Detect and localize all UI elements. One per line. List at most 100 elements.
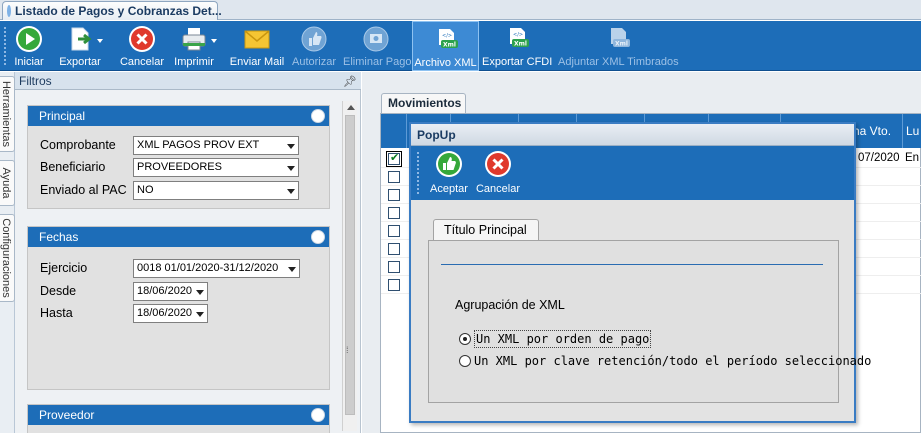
popup-dialog: PopUp Aceptar Cancelar Título Principal … xyxy=(409,122,871,423)
principal-group: Principal Comprobante XML PAGOS PROV EXT… xyxy=(27,105,330,209)
hasta-date-input[interactable]: 18/06/2020 xyxy=(133,304,208,323)
filters-header: Filtros 📌︎ xyxy=(15,72,361,90)
row-fecha-vto: 07/2020 xyxy=(858,152,900,164)
iniciar-button[interactable]: Iniciar xyxy=(9,21,49,71)
side-tab-strip: Herramientas Ayuda Configuraciones xyxy=(0,72,15,433)
cancelar-label: Cancelar xyxy=(119,56,165,68)
proveedor-group: Proveedor xyxy=(27,404,330,433)
collapse-icon[interactable] xyxy=(311,109,325,123)
chevron-down-icon xyxy=(287,189,295,194)
xml-attach-icon: Xml xyxy=(611,28,630,48)
ejercicio-label: Ejercicio xyxy=(40,261,88,275)
beneficiario-select[interactable]: PROVEEDORES xyxy=(133,158,299,177)
exportar-button[interactable]: Exportar xyxy=(56,21,104,71)
exportar-label: Exportar xyxy=(59,56,101,68)
archivo-xml-label: Archivo XML xyxy=(414,57,477,69)
radio-unselected-icon[interactable] xyxy=(459,355,471,367)
app-icon xyxy=(7,5,11,17)
exportar-cfdi-button[interactable]: </> Xml Exportar CFDI xyxy=(482,21,552,71)
side-tab-ayuda-label: Ayuda xyxy=(0,167,12,199)
popup-tab-body: Agrupación de XML Un XML por orden de pa… xyxy=(428,240,871,403)
side-tab-herramientas[interactable]: Herramientas xyxy=(0,76,15,152)
window-tab[interactable]: Listado de Pagos y Cobranzas Det... xyxy=(2,1,222,20)
eliminar-pago-button[interactable]: Eliminar Pago xyxy=(343,21,412,71)
grid-column-header[interactable] xyxy=(381,114,407,148)
popup-cancelar-button[interactable]: Cancelar xyxy=(475,146,521,200)
proveedor-group-header[interactable]: Proveedor xyxy=(28,405,329,425)
comprobante-label: Comprobante xyxy=(40,138,116,152)
adjuntar-xml-label: Adjuntar XML Timbrados xyxy=(558,56,679,68)
row-checkbox[interactable] xyxy=(388,171,400,183)
row-checkbox[interactable] xyxy=(388,243,400,255)
autorizar-label: Autorizar xyxy=(291,56,337,68)
popup-title[interactable]: PopUp xyxy=(411,124,854,146)
imprimir-button[interactable]: Imprimir xyxy=(170,21,218,71)
ejercicio-select[interactable]: 0018 01/01/2020-31/12/2020 xyxy=(133,259,300,278)
desde-date-input[interactable]: 18/06/2020 xyxy=(133,282,208,301)
principal-group-header[interactable]: Principal xyxy=(28,106,329,126)
side-tab-ayuda[interactable]: Ayuda xyxy=(0,160,15,206)
adjuntar-xml-button[interactable]: Xml Adjuntar XML Timbrados xyxy=(558,21,679,71)
chevron-down-icon xyxy=(288,267,296,272)
principal-group-title: Principal xyxy=(39,109,86,123)
row-checkbox[interactable] xyxy=(386,151,402,167)
enviado-pac-value: NO xyxy=(137,184,154,196)
delete-payment-icon xyxy=(363,26,389,52)
eliminar-pago-label: Eliminar Pago xyxy=(343,56,412,68)
tab-movimientos[interactable]: Movimientos xyxy=(381,93,466,113)
radio-selected-icon[interactable] xyxy=(459,333,471,345)
scrollbar-thumb[interactable] xyxy=(345,115,355,415)
grid-column-header-lugar[interactable]: Lu xyxy=(903,114,921,148)
enviar-mail-label: Enviar Mail xyxy=(229,56,285,68)
side-tab-configuraciones-label: Configuraciones xyxy=(0,218,12,298)
enviar-mail-button[interactable]: Enviar Mail xyxy=(228,21,286,71)
fechas-group-header[interactable]: Fechas xyxy=(28,227,329,247)
exportar-cfdi-label: Exportar CFDI xyxy=(482,56,553,68)
row-checkbox[interactable] xyxy=(388,225,400,237)
comprobante-select[interactable]: XML PAGOS PROV EXT xyxy=(133,136,299,155)
svg-text:Xml: Xml xyxy=(514,41,527,48)
mail-icon xyxy=(244,30,270,49)
desde-label: Desde xyxy=(40,284,77,298)
thumbs-up-icon xyxy=(436,151,462,177)
scroll-up-icon[interactable] xyxy=(347,105,355,110)
printer-icon xyxy=(182,28,206,51)
splitter-handle[interactable]: ⁞ xyxy=(346,345,349,355)
svg-text:Xml: Xml xyxy=(443,42,456,49)
autorizar-button[interactable]: Autorizar xyxy=(289,21,339,71)
pin-icon[interactable]: 📌︎ xyxy=(343,73,357,91)
row-checkbox[interactable] xyxy=(388,279,400,291)
imprimir-dropdown-arrow[interactable] xyxy=(211,39,217,43)
xml-file-icon: </> Xml xyxy=(438,29,458,49)
fechas-group: Fechas Ejercicio 0018 01/01/2020-31/12/2… xyxy=(27,226,330,390)
archivo-xml-button[interactable]: </> Xml Archivo XML xyxy=(412,21,479,71)
aceptar-button[interactable]: Aceptar xyxy=(428,146,470,200)
imprimir-label: Imprimir xyxy=(174,56,214,68)
toolbar-grip[interactable] xyxy=(417,152,419,194)
row-checkbox[interactable] xyxy=(388,207,400,219)
exportar-dropdown-arrow[interactable] xyxy=(97,39,103,43)
radio-option-label: Un XML por orden de pago xyxy=(474,330,652,348)
filters-title: Filtros xyxy=(19,74,52,88)
collapse-icon[interactable] xyxy=(311,408,325,422)
cancelar-button[interactable]: Cancelar xyxy=(118,21,166,71)
ribbon-toolbar: Iniciar Exportar Cancelar Imprimir Envia… xyxy=(0,21,921,71)
enviado-pac-select[interactable]: NO xyxy=(133,181,299,200)
svg-text:</>: </> xyxy=(442,33,452,39)
beneficiario-value: PROVEEDORES xyxy=(137,161,222,173)
side-tab-herramientas-label: Herramientas xyxy=(0,80,12,148)
tab-titulo-principal[interactable]: Título Principal xyxy=(433,219,539,241)
cancel-icon xyxy=(129,26,155,52)
row-checkbox[interactable] xyxy=(388,189,400,201)
toolbar-grip[interactable] xyxy=(4,27,6,65)
row-checkbox[interactable] xyxy=(388,261,400,273)
divider xyxy=(441,264,823,265)
filters-panel: Filtros 📌︎ Principal Comprobante XML PAG… xyxy=(15,72,361,433)
side-tab-configuraciones[interactable]: Configuraciones xyxy=(0,214,15,302)
filters-scrollbar[interactable] xyxy=(342,101,357,431)
svg-text:Xml: Xml xyxy=(615,41,628,48)
collapse-icon[interactable] xyxy=(311,230,325,244)
desde-value: 18/06/2020 xyxy=(137,285,193,297)
chevron-down-icon xyxy=(196,290,204,295)
agrupacion-label: Agrupación de XML xyxy=(455,298,565,312)
